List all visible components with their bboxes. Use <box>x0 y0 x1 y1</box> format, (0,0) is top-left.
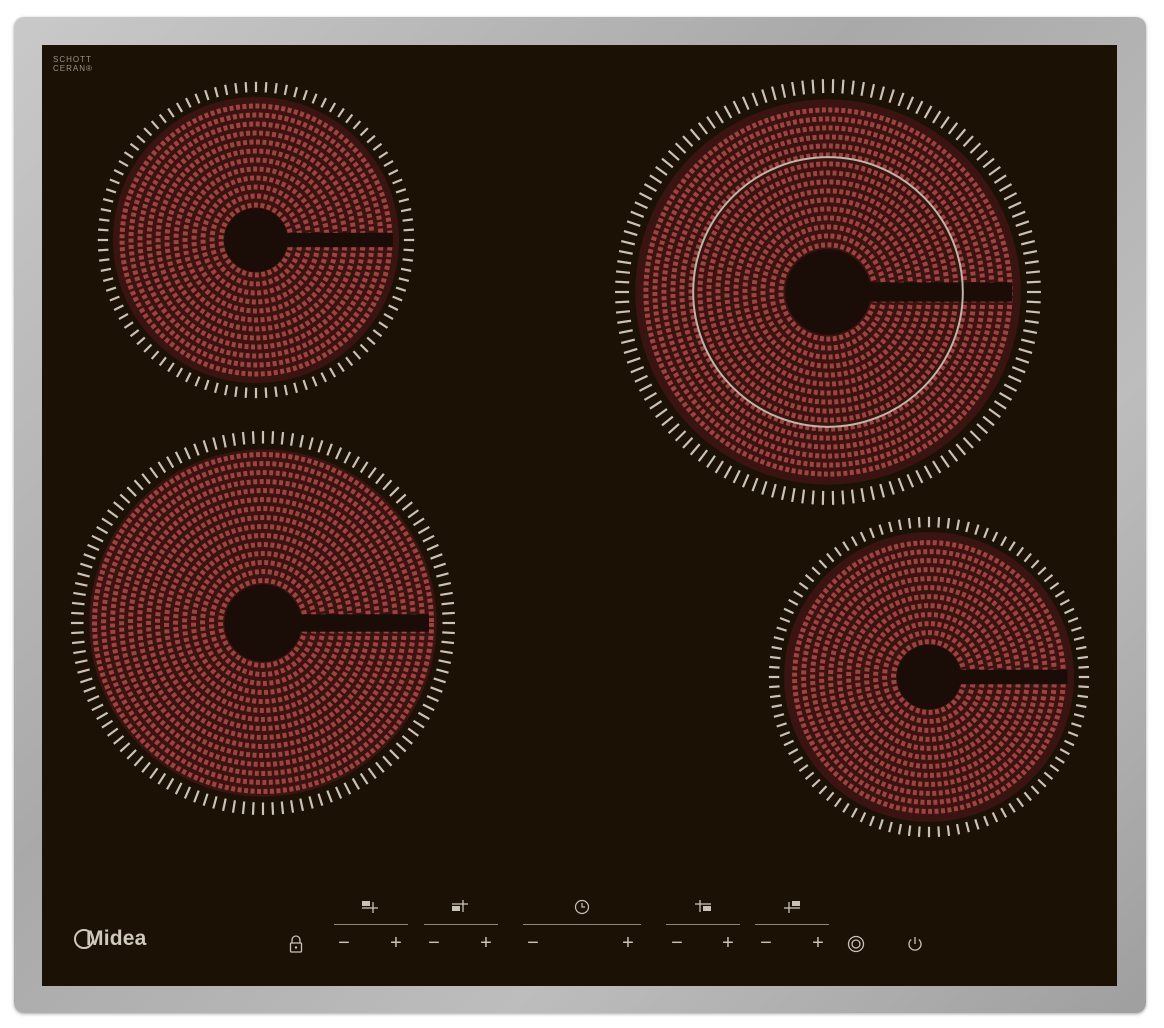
timer-clock-icon <box>573 898 591 916</box>
zone-indicator-front-left-icon <box>360 898 380 916</box>
lock-icon <box>289 935 303 953</box>
timer-plus-button[interactable]: + <box>616 933 640 953</box>
cooking-zone-rear-right-dual <box>612 78 1044 506</box>
cooking-zone-front-right <box>768 516 1090 838</box>
dual-zone-button[interactable] <box>846 934 866 954</box>
zone-graphic <box>70 430 456 816</box>
minus-button-rear-right[interactable]: − <box>665 933 689 953</box>
plus-button-front-left[interactable]: + <box>384 933 408 953</box>
timer-minus-button[interactable]: − <box>521 933 545 953</box>
plus-button-front-right[interactable]: + <box>806 933 830 953</box>
dual-ring-icon <box>847 935 865 953</box>
ceran-text: CERAN® <box>53 64 93 73</box>
zone-indicator-rear-left-icon <box>450 898 470 916</box>
midea-logo: Midea <box>74 927 147 951</box>
cooking-zone-rear-left <box>97 81 415 399</box>
plus-button-rear-right[interactable]: + <box>716 933 740 953</box>
minus-button-front-left[interactable]: − <box>332 933 356 953</box>
schott-text: SCHOTT <box>53 55 92 64</box>
zone-graphic <box>615 79 1041 505</box>
zone-graphic <box>97 81 415 399</box>
minus-button-front-right[interactable]: − <box>754 933 778 953</box>
power-button[interactable] <box>905 934 925 954</box>
zone-indicator-rear-right-icon <box>693 898 713 916</box>
child-lock-button[interactable] <box>287 933 305 955</box>
minus-button-rear-left[interactable]: − <box>422 933 446 953</box>
power-icon <box>908 937 922 951</box>
zone-indicator-front-right-icon <box>782 898 802 916</box>
schott-ceran-mark: SCHOTT CERAN® <box>53 55 93 73</box>
plus-button-rear-left[interactable]: + <box>474 933 498 953</box>
cooking-zone-front-left <box>70 430 456 816</box>
zone-graphic <box>768 516 1090 838</box>
brand-name: Midea <box>86 927 147 950</box>
